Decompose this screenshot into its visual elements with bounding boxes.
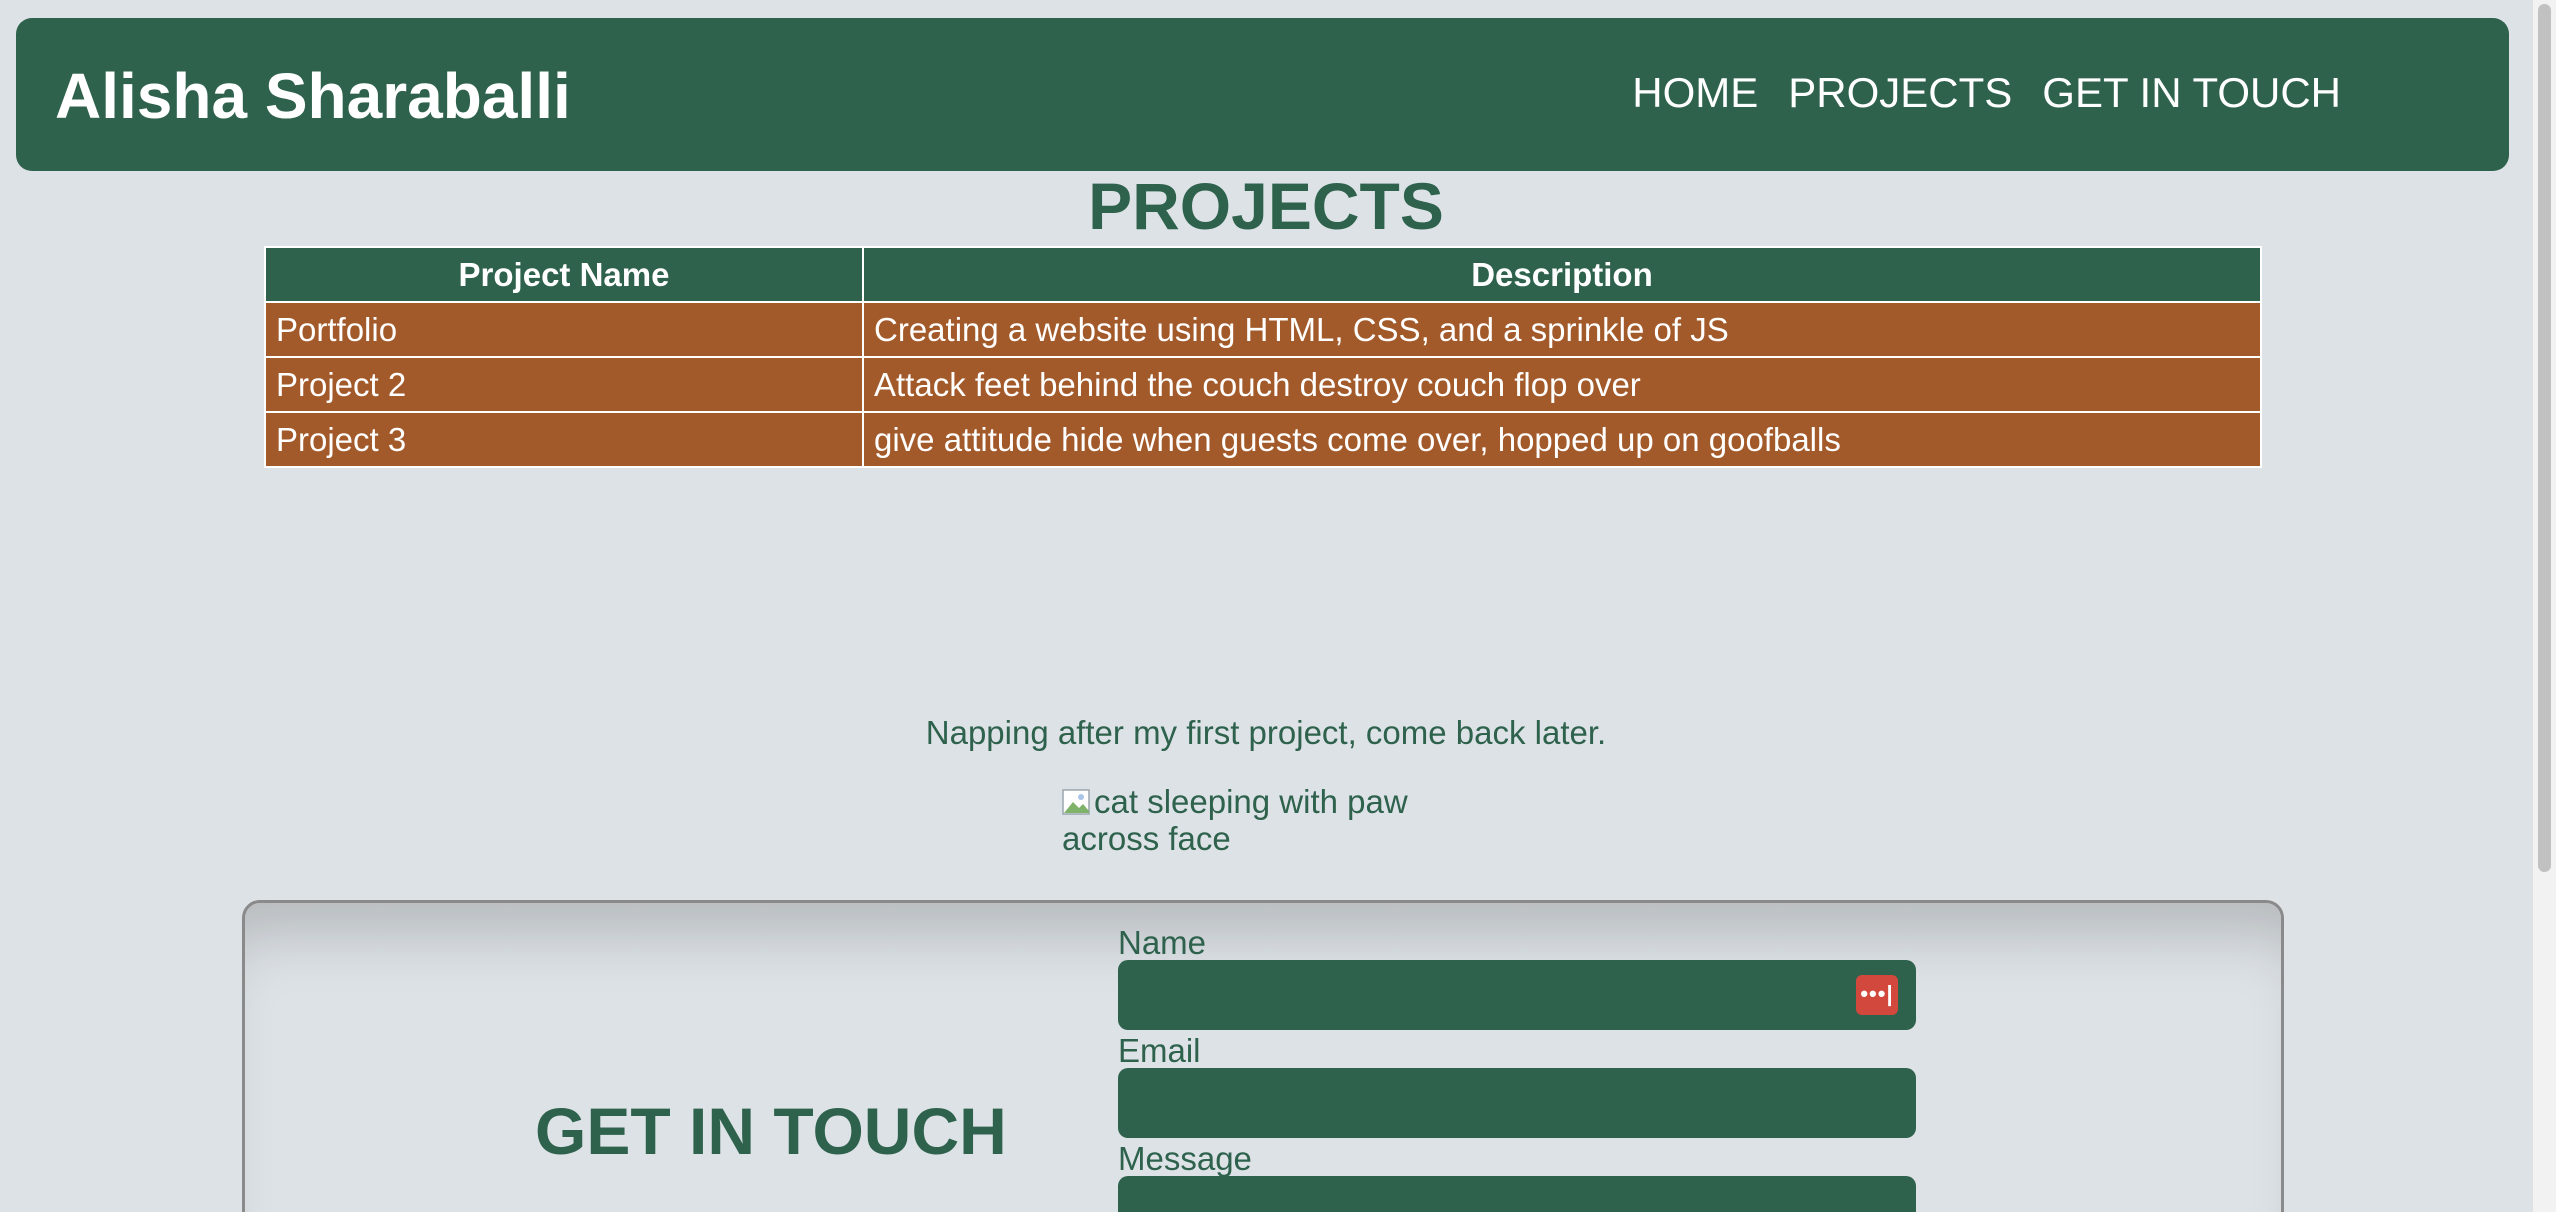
main-nav: HOME PROJECTS GET IN TOUCH [1632, 68, 2341, 118]
projects-heading: PROJECTS [1088, 169, 1444, 243]
project-name-cell: Project 2 [264, 356, 864, 413]
projects-table: Project Name Description Portfolio Creat… [264, 246, 2262, 468]
email-label: Email [1118, 1032, 1201, 1069]
contact-heading: GET IN TOUCH [535, 1094, 1007, 1168]
password-manager-icon[interactable]: •••| [1856, 975, 1898, 1015]
column-header-description: Description [862, 246, 2262, 303]
nav-link-get-in-touch[interactable]: GET IN TOUCH [2042, 68, 2341, 118]
table-row: Project 3 give attitude hide when guests… [264, 411, 2262, 468]
table-row: Portfolio Creating a website using HTML,… [264, 301, 2262, 358]
message-label: Message [1118, 1140, 1252, 1177]
project-description-cell: Attack feet behind the couch destroy cou… [862, 356, 2262, 413]
name-input[interactable]: •••| [1118, 960, 1916, 1030]
project-description-cell: give attitude hide when guests come over… [862, 411, 2262, 468]
table-header-row: Project Name Description [264, 246, 2262, 303]
contact-section: GET IN TOUCH [242, 900, 2284, 1212]
broken-image-icon [1062, 789, 1090, 815]
name-label: Name [1118, 924, 1207, 961]
project-name-cell: Portfolio [264, 301, 864, 358]
cat-image-alt-text: cat sleeping with paw across face [1062, 783, 1408, 857]
nav-link-home[interactable]: HOME [1632, 68, 1758, 118]
napping-message: Napping after my first project, come bac… [925, 714, 1607, 751]
scrollbar-thumb[interactable] [2538, 4, 2551, 872]
top-navbar: Alisha Sharaballi HOME PROJECTS GET IN T… [16, 18, 2509, 171]
page: Alisha Sharaballi HOME PROJECTS GET IN T… [0, 0, 2532, 1212]
site-title[interactable]: Alisha Sharaballi [55, 58, 571, 135]
nav-link-projects[interactable]: PROJECTS [1788, 68, 2012, 118]
vertical-scrollbar[interactable] [2532, 0, 2556, 1212]
email-input[interactable] [1118, 1068, 1916, 1138]
column-header-project-name: Project Name [264, 246, 864, 303]
message-input[interactable] [1118, 1176, 1916, 1212]
cat-image-placeholder: cat sleeping with paw across face [1062, 783, 1422, 858]
project-description-cell: Creating a website using HTML, CSS, and … [862, 301, 2262, 358]
table-row: Project 2 Attack feet behind the couch d… [264, 356, 2262, 413]
project-name-cell: Project 3 [264, 411, 864, 468]
